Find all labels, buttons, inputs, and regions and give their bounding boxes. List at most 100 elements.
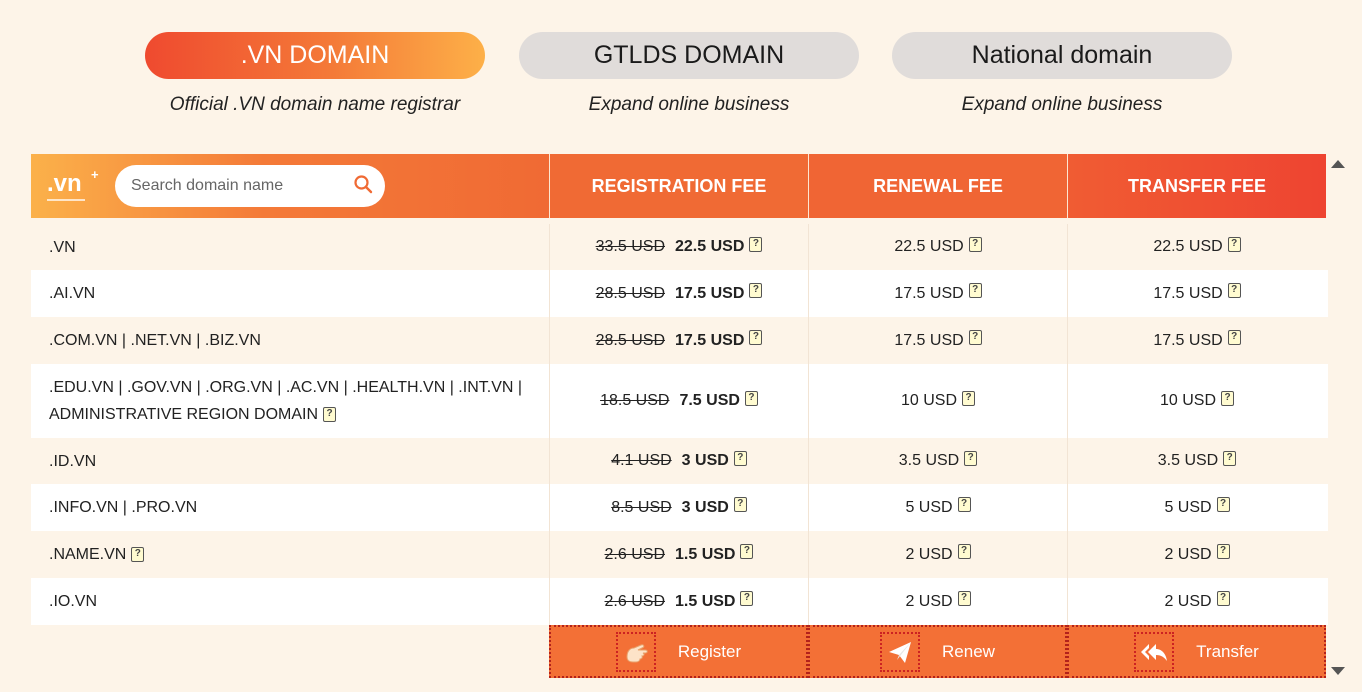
note-icon[interactable]: ? [1227,330,1241,345]
scrollbar[interactable] [1328,154,1346,681]
note-icon[interactable]: ? [1227,283,1241,298]
registration-fee-cell: 33.5 USD 22.5 USD? [549,224,808,270]
vn-logo-plus: + [91,166,99,182]
domain-name-cell: .EDU.VN | .GOV.VN | .ORG.VN | .AC.VN | .… [31,364,549,438]
tab-vn-domain[interactable]: .VN DOMAIN [145,32,485,79]
note-icon[interactable]: ? [1221,390,1235,406]
note-icon[interactable]: ? [744,390,758,406]
renewal-price: 3.5 USD [898,452,960,469]
registration-old-price: 2.6 USD [604,592,665,610]
table-row: .EDU.VN | .GOV.VN | .ORG.VN | .AC.VN | .… [31,364,1328,438]
registration-fee-cell: 2.6 USD 1.5 USD? [549,531,808,578]
transfer-fee-cell: 17.5 USD? [1067,317,1326,364]
register-label: Register [677,641,742,661]
header-renewal-fee: RENEWAL FEE [808,154,1067,218]
note-icon[interactable]: ? [968,330,982,345]
table-body: .VN 33.5 USD 22.5 USD? 22.5 USD? 22.5 USD… [31,224,1328,625]
tab-national-domain-subtitle: Expand online business [961,94,1163,115]
note-icon[interactable]: ? [1227,236,1241,252]
search-input[interactable] [131,177,353,195]
header-registration-fee: REGISTRATION FEE [549,154,808,218]
registration-new-price: 7.5 USD [679,392,740,409]
tab-gtlds-domain[interactable]: GTLDS DOMAIN [519,32,859,79]
registration-new-price: 17.5 USD [675,284,745,302]
table-row: .NAME.VN? 2.6 USD 1.5 USD? 2 USD? 2 USD? [31,531,1328,578]
transfer-price: 10 USD [1159,392,1217,409]
registration-new-price: 3 USD [681,452,729,469]
note-icon[interactable]: ? [740,544,754,559]
renewal-price: 2 USD [905,545,953,563]
registration-old-price: 8.5 USD [611,498,672,516]
note-icon[interactable]: ? [323,407,337,422]
transfer-price: 17.5 USD [1153,331,1223,349]
renew-button[interactable]: Renew [808,625,1067,678]
domain-name: .ID.VN [49,452,97,470]
renewal-fee-cell: 2 USD? [808,578,1067,625]
domain-name: .VN [49,238,76,256]
header-transfer-fee: TRANSFER FEE [1067,154,1326,218]
tab-vn-domain-subtitle: Official .VN domain name registrar [169,94,461,115]
note-icon[interactable]: ? [968,283,982,298]
transfer-fee-cell: 2 USD? [1067,578,1326,625]
reply-all-icon [1134,631,1175,672]
note-icon[interactable]: ? [957,497,971,512]
registration-new-price: 1.5 USD [675,545,736,563]
transfer-price: 5 USD [1164,498,1212,516]
renewal-fee-cell: 3.5 USD? [808,438,1067,484]
renewal-fee-cell: 17.5 USD? [808,317,1067,364]
transfer-fee-cell: 3.5 USD? [1067,438,1326,484]
table-row: .COM.VN | .NET.VN | .BIZ.VN 28.5 USD 17.5… [31,317,1328,364]
registration-fee-cell: 18.5 USD 7.5 USD? [549,364,808,438]
header-domain-cell: .vn + [31,154,549,218]
registration-new-price: 3 USD [681,498,729,516]
note-icon[interactable]: ? [957,544,971,559]
note-icon[interactable]: ? [749,283,763,298]
note-icon[interactable]: ? [733,450,747,466]
search-icon[interactable] [353,174,373,199]
transfer-button[interactable]: Transfer [1067,625,1326,678]
note-icon[interactable]: ? [1223,450,1237,466]
domain-name-text: .NAME.VN [49,546,127,563]
note-icon[interactable]: ? [131,547,145,562]
note-icon[interactable]: ? [962,390,976,406]
vn-logo: .vn + [47,168,99,201]
vn-logo-text: .vn [47,169,82,197]
scroll-up-icon[interactable] [1331,160,1345,168]
transfer-label: Transfer [1196,641,1259,661]
note-icon[interactable]: ? [968,236,982,252]
tab-gtlds-domain-subtitle: Expand online business [588,94,790,115]
registration-new-price: 22.5 USD [675,238,745,255]
registration-fee-cell: 2.6 USD 1.5 USD? [549,578,808,625]
transfer-price: 17.5 USD [1153,284,1223,302]
tab-national-domain[interactable]: National domain [892,32,1232,79]
transfer-price: 22.5 USD [1153,238,1223,255]
register-button[interactable]: Register [549,625,808,678]
scroll-down-icon[interactable] [1331,667,1345,675]
domain-name: .INFO.VN | .PRO.VN [49,499,198,516]
domain-name-cell: .NAME.VN? [31,531,549,578]
renew-label: Renew [942,641,995,661]
note-icon[interactable]: ? [964,450,978,466]
note-icon[interactable]: ? [957,591,971,606]
note-icon[interactable]: ? [1216,591,1230,606]
note-icon[interactable]: ? [749,236,763,252]
hand-pointer-icon [615,631,656,672]
note-icon[interactable]: ? [1216,497,1230,512]
note-icon[interactable]: ? [1216,544,1230,559]
renewal-price: 17.5 USD [894,331,964,349]
table-row: .AI.VN 28.5 USD 17.5 USD? 17.5 USD? 17.5 … [31,270,1328,317]
action-row-spacer [31,625,549,678]
domain-name-cell: .VN [31,224,549,270]
domain-name-cell: .INFO.VN | .PRO.VN [31,484,549,531]
note-icon[interactable]: ? [740,591,754,606]
renewal-fee-cell: 22.5 USD? [808,224,1067,270]
note-icon[interactable]: ? [733,497,747,512]
renewal-fee-cell: 17.5 USD? [808,270,1067,317]
registration-fee-cell: 4.1 USD 3 USD? [549,438,808,484]
domain-name-cell: .ID.VN [31,438,549,484]
table-header: .vn + REGISTRATION FEE RENEWAL FEE TRANSF… [31,154,1328,218]
registration-new-price: 1.5 USD [675,592,736,610]
registration-old-price: 28.5 USD [595,284,665,302]
transfer-fee-cell: 10 USD? [1067,364,1326,438]
note-icon[interactable]: ? [749,330,763,345]
